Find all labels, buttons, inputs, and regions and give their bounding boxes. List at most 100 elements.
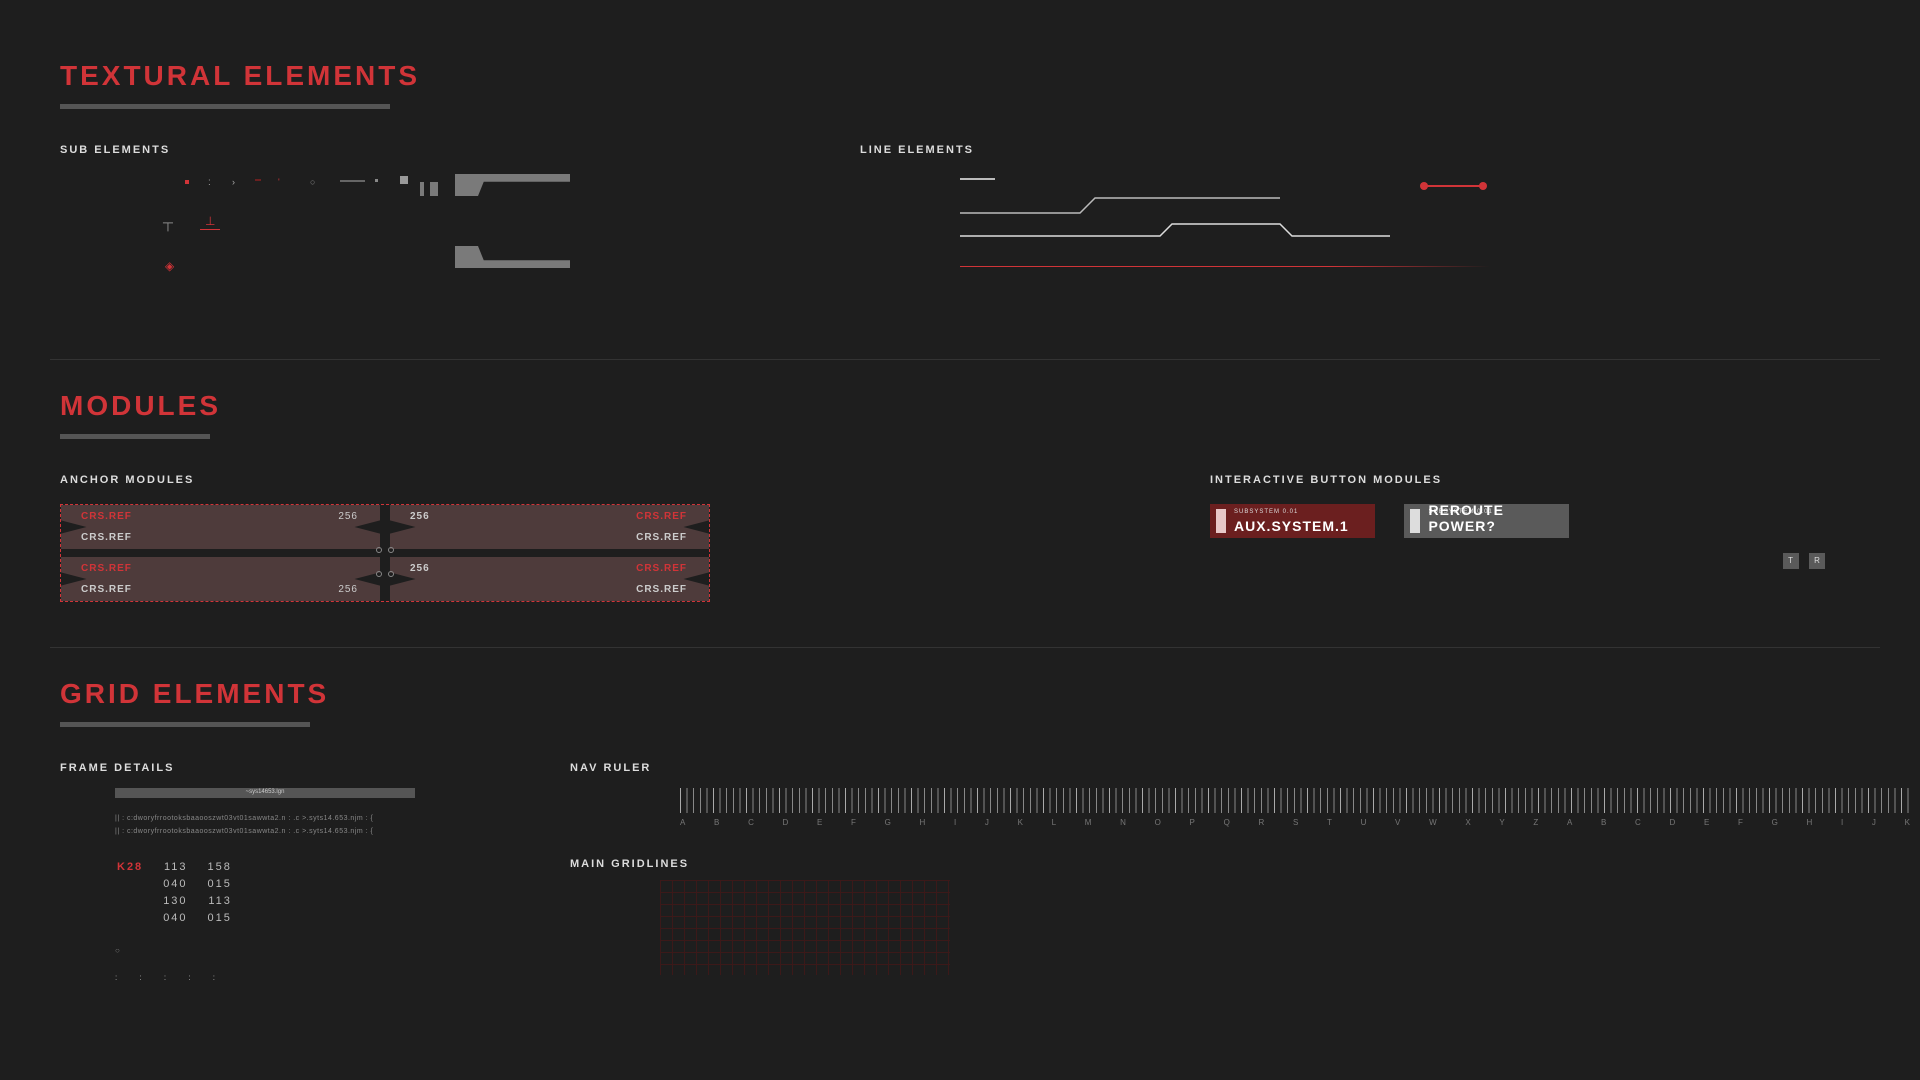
ruler-label: I: [1841, 818, 1843, 827]
anchor-module[interactable]: CRS.REF CRS.REF 256: [61, 505, 380, 549]
ruler-ticks: [680, 788, 1910, 813]
num-cell: 040: [163, 911, 205, 926]
tiny-button-r[interactable]: R: [1809, 553, 1825, 569]
ruler-label: E: [817, 818, 822, 827]
ruler-labels: ABCDEFGHIJKLMNOPQRSTUVWXYZABCDEFGHIJK: [680, 818, 1910, 827]
section-textural: TEXTURAL ELEMENTS SUB ELEMENTS : › ' ○ ┬…: [60, 60, 1860, 314]
code-line: || : c:dworyfrrootoksbaaooszwt03vt01saww…: [115, 812, 390, 825]
red-underline-glyph: ⊥: [200, 214, 220, 230]
anchor-label-grey: CRS.REF: [636, 584, 687, 595]
ruler-label: G: [1772, 818, 1778, 827]
ruler-label: G: [885, 818, 891, 827]
nav-ruler: ABCDEFGHIJKLMNOPQRSTUVWXYZABCDEFGHIJK: [680, 788, 1910, 833]
line-elements-canvas: [860, 174, 1500, 314]
num-cell: 130: [163, 894, 205, 909]
anchor-module[interactable]: CRS.REF CRS.REF 256: [390, 557, 709, 601]
red-node-line: [1420, 177, 1487, 195]
ruler-label: Z: [1533, 818, 1538, 827]
anchor-value: 256: [410, 563, 430, 574]
ruler-label: J: [985, 818, 989, 827]
ruler-label: N: [1120, 818, 1126, 827]
anchor-label-grey: CRS.REF: [81, 584, 132, 595]
anchor-label-grey: CRS.REF: [81, 532, 132, 543]
ruler-label: H: [920, 818, 926, 827]
ruler-label: J: [1872, 818, 1876, 827]
ruler-label: F: [851, 818, 856, 827]
button-title: REROUTE POWER?: [1428, 502, 1569, 534]
short-line: [960, 178, 995, 180]
sub-elements-head: SUB ELEMENTS: [60, 144, 550, 156]
ruler-label: X: [1465, 818, 1470, 827]
num-cell: 113: [163, 860, 205, 875]
anchor-module[interactable]: CRS.REF CRS.REF 256: [390, 505, 709, 549]
interactive-buttons-head: INTERACTIVE BUTTON MODULES: [1210, 474, 1600, 486]
anchor-frame: CRS.REF CRS.REF 256 CRS.REF CRS.REF 256 …: [60, 504, 710, 602]
anchor-label-red: CRS.REF: [81, 511, 132, 522]
ruler-label: L: [1052, 818, 1056, 827]
ruler-label: E: [1704, 818, 1709, 827]
red-dot-glyph: [185, 180, 189, 184]
reroute-power-button[interactable]: SUBSYSTEM 0.01 REROUTE POWER?: [1404, 504, 1569, 538]
line-elements-head: LINE ELEMENTS: [860, 144, 1500, 156]
bracket-bottom-shape: [455, 246, 570, 268]
stepped-line-1: [960, 196, 1280, 214]
main-gridlines: [660, 880, 950, 975]
ruler-label: D: [1669, 818, 1675, 827]
frame-code-lines: || : c:dworyfrrootoksbaaooszwt03vt01saww…: [115, 812, 390, 838]
ruler-label: M: [1085, 818, 1092, 827]
anchor-label-grey: CRS.REF: [636, 532, 687, 543]
circle-glyph: ○: [310, 177, 315, 187]
chevron-right-icon: ›: [232, 177, 235, 187]
ruler-label: T: [1327, 818, 1332, 827]
frame-label-bar: ~sys14653.lgn: [115, 788, 415, 798]
thin-bar-glyph: [420, 182, 424, 196]
frame-details-head: FRAME DETAILS: [60, 762, 390, 774]
ruler-label: K: [1018, 818, 1023, 827]
anchor-value: 256: [410, 511, 430, 522]
ruler-label: R: [1258, 818, 1264, 827]
button-title: AUX.SYSTEM.1: [1234, 518, 1349, 534]
num-cell: [117, 911, 161, 926]
ruler-label: Q: [1224, 818, 1230, 827]
anchor-label-red: CRS.REF: [81, 563, 132, 574]
gridlines-head: MAIN GRIDLINES: [570, 858, 1910, 870]
ruler-label: B: [1601, 818, 1606, 827]
connector-dots: [376, 571, 394, 577]
short-line-glyph: [340, 180, 365, 182]
section-divider: [50, 647, 1880, 648]
ruler-label: H: [1806, 818, 1812, 827]
num-cell: 015: [208, 877, 250, 892]
num-cell: [117, 877, 161, 892]
button-accent-bar: [1410, 509, 1420, 533]
button-accent-bar: [1216, 509, 1226, 533]
tiny-button-t[interactable]: T: [1783, 553, 1799, 569]
ruler-label: D: [783, 818, 789, 827]
ruler-label: B: [714, 818, 719, 827]
ruler-label: S: [1293, 818, 1298, 827]
ruler-label: V: [1395, 818, 1400, 827]
section-modules: MODULES ANCHOR MODULES CRS.REF CRS.REF 2…: [60, 390, 1860, 602]
aux-system-button[interactable]: SUBSYSTEM 0.01 AUX.SYSTEM.1: [1210, 504, 1375, 538]
num-cell: 015: [208, 911, 250, 926]
ruler-label: A: [680, 818, 685, 827]
sub-elements-canvas: : › ' ○ ┬ ⊥ ◈: [60, 174, 550, 314]
frame-number-grid: K28113158 040015 130113 040015: [115, 858, 252, 928]
ruler-label: F: [1738, 818, 1743, 827]
square-glyph: [400, 176, 408, 184]
small-dot-glyph: [375, 179, 378, 182]
anchor-module[interactable]: CRS.REF CRS.REF 256: [61, 557, 380, 601]
anchor-label-red: CRS.REF: [636, 563, 687, 574]
red-dash-glyph: [255, 179, 261, 181]
button-subtitle: SUBSYSTEM 0.01: [1234, 509, 1298, 515]
num-cell: K28: [117, 860, 161, 875]
stepped-line-2: [960, 222, 1390, 240]
num-cell: 040: [163, 877, 205, 892]
ruler-label: P: [1190, 818, 1195, 827]
grid-title: GRID ELEMENTS: [60, 678, 1860, 710]
ruler-label: Y: [1499, 818, 1504, 827]
colon-glyph: :: [208, 177, 212, 188]
section-divider: [50, 359, 1880, 360]
nav-ruler-head: NAV RULER: [570, 762, 1910, 774]
red-fade-line: [960, 266, 1490, 267]
ruler-label: C: [748, 818, 754, 827]
